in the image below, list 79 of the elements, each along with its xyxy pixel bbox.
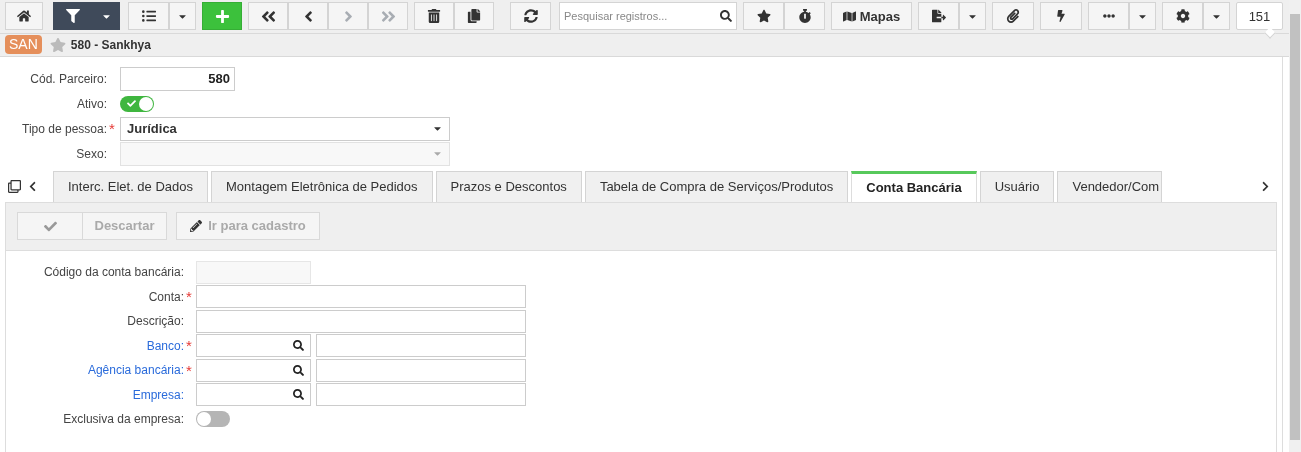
scroll-right-icon[interactable]: [1260, 181, 1271, 192]
scrollbar[interactable]: [1289, 0, 1301, 452]
trash-icon: [427, 9, 441, 24]
field-label: Código da conta bancária:: [43, 264, 184, 282]
required-mark: *: [186, 289, 193, 305]
map-icon: [842, 9, 856, 23]
tab[interactable]: Montagem Eletrônica de Pedidos: [211, 170, 433, 202]
field-link[interactable]: Empresa:: [132, 385, 184, 404]
export-button[interactable]: [918, 2, 959, 31]
tab[interactable]: Prazos e Descontos: [435, 170, 582, 202]
more-button[interactable]: [1088, 2, 1129, 31]
entity-badge: SAN: [5, 35, 42, 55]
star-icon: [756, 9, 771, 24]
attachment-button[interactable]: [992, 2, 1034, 31]
plus-icon: [214, 8, 230, 24]
duplicate-button[interactable]: [454, 2, 494, 31]
stopwatch-icon: [797, 9, 812, 24]
lookup-field[interactable]: [196, 358, 311, 382]
field-label: Conta:: [148, 288, 184, 306]
copy-icon: [467, 9, 481, 24]
home-button[interactable]: [5, 2, 43, 31]
toggle-switch[interactable]: [196, 411, 230, 428]
tab[interactable]: Interc. Elet. de Dados: [53, 170, 208, 202]
toggle-switch[interactable]: [120, 95, 154, 112]
first-record-button[interactable]: [248, 2, 288, 31]
home-icon: [17, 9, 31, 24]
field-label: Descrição:: [127, 313, 184, 331]
tab[interactable]: Tabela de Compra de Serviços/Produtos: [584, 170, 849, 202]
maps-button[interactable]: Mapas: [831, 2, 912, 31]
lookup-field[interactable]: [196, 334, 311, 358]
settings-icon: [1175, 9, 1190, 24]
tab[interactable]: Conta Bancária: [851, 170, 977, 202]
required-mark: *: [186, 362, 193, 378]
required-mark: *: [186, 338, 193, 354]
refresh-button[interactable]: [510, 2, 551, 31]
field-label: Tipo de pessoa:: [22, 120, 107, 138]
search-field[interactable]: Pesquisar registros...: [559, 2, 737, 31]
actions-button[interactable]: [1040, 2, 1082, 31]
paperclip-icon: [1006, 9, 1020, 24]
partner-code-field[interactable]: 580: [120, 66, 235, 91]
field-label: Cód. Parceiro:: [30, 70, 107, 88]
add-button[interactable]: [202, 2, 242, 31]
search-icon[interactable]: [293, 389, 304, 401]
search-icon[interactable]: [293, 364, 304, 376]
select-field[interactable]: Jurídica: [120, 116, 450, 141]
delete-button[interactable]: [414, 2, 454, 31]
file-export-icon: [931, 9, 946, 24]
search-icon[interactable]: [293, 340, 304, 352]
tab[interactable]: Vendedor/Com: [1057, 170, 1163, 202]
scroll-left-icon[interactable]: [27, 181, 38, 192]
timer-button[interactable]: [784, 2, 825, 31]
star-icon[interactable]: [49, 36, 66, 53]
list-button[interactable]: [128, 2, 169, 31]
required-mark: *: [109, 121, 116, 136]
lightning-icon: [1055, 10, 1067, 23]
record-count: 151: [1236, 2, 1283, 31]
clone-icon[interactable]: [8, 180, 21, 193]
field-label: Sexo:: [76, 145, 107, 163]
tab[interactable]: Usuário: [979, 170, 1055, 202]
favorites-button[interactable]: [743, 2, 784, 31]
search-icon: [720, 10, 732, 23]
lookup-field[interactable]: [196, 383, 311, 407]
text-field[interactable]: [196, 309, 526, 333]
refresh-icon: [523, 9, 538, 24]
check-icon: [43, 219, 57, 233]
settings-button[interactable]: [1162, 2, 1203, 31]
field-link[interactable]: Agência bancária:: [87, 361, 184, 380]
previous-record-button[interactable]: [288, 2, 328, 31]
filter-button[interactable]: [53, 2, 93, 31]
field-label: Ativo:: [77, 95, 107, 113]
list-icon: [141, 9, 156, 24]
field-link[interactable]: Banco:: [146, 336, 184, 355]
record-title: 580 - Sankhya: [70, 36, 151, 54]
field-label: Exclusiva da empresa:: [63, 411, 184, 429]
pencil-icon: [190, 220, 203, 232]
dropdown-button[interactable]: [93, 2, 120, 31]
check-icon: [127, 99, 136, 108]
filter-icon: [66, 9, 80, 24]
text-field[interactable]: [196, 285, 526, 309]
